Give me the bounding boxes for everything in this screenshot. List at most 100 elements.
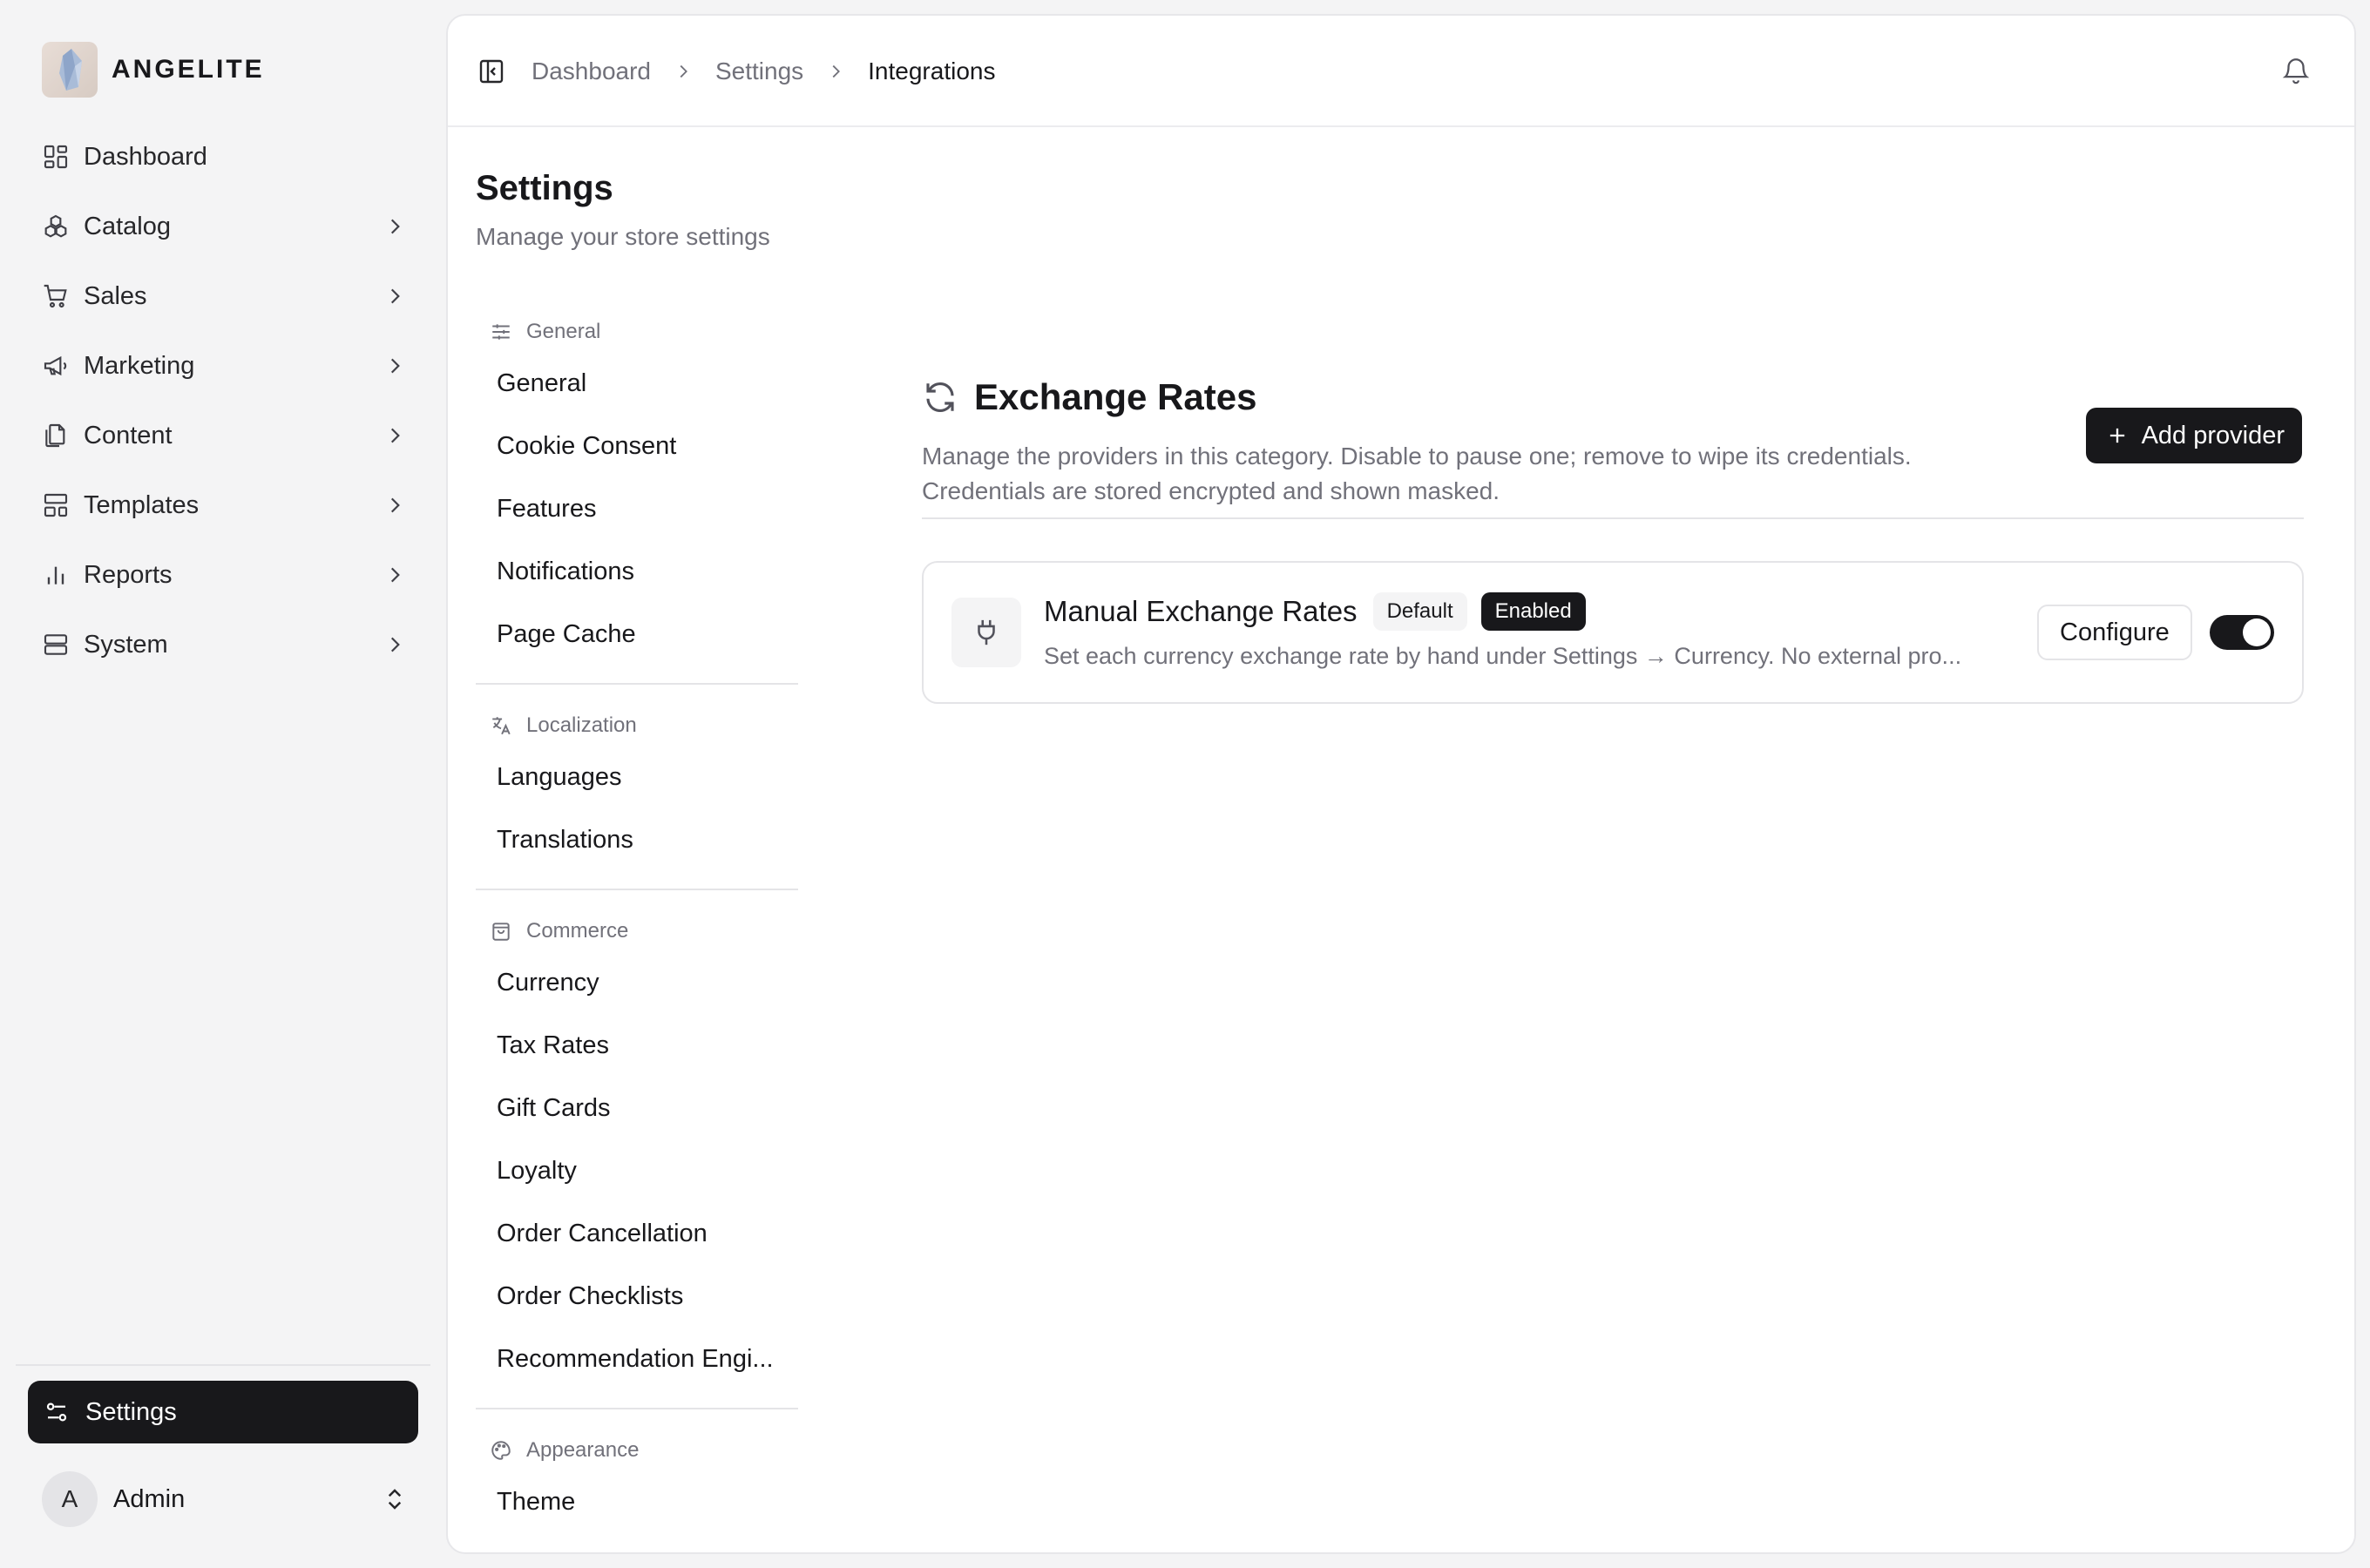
sidebar-item-content[interactable]: Content [28, 401, 420, 470]
settings-item-features[interactable]: Features [476, 477, 798, 540]
chevron-right-icon [390, 497, 400, 513]
provider-name-row: Manual Exchange Rates Default Enabled [1044, 592, 1586, 631]
provider-card: Manual Exchange Rates Default Enabled Se… [922, 561, 2304, 704]
settings-nav-divider [476, 683, 798, 685]
layout-icon [44, 493, 68, 517]
cart-icon [44, 284, 67, 308]
breadcrumb-settings[interactable]: Settings [715, 57, 803, 85]
files-icon [45, 423, 65, 448]
settings-item-order-cancellation[interactable]: Order Cancellation [476, 1202, 798, 1265]
status-badge: Enabled [1480, 592, 1586, 631]
sidebar-item-sales[interactable]: Sales [28, 261, 420, 331]
chevron-right-icon [390, 219, 400, 234]
add-provider-label: Add provider [2141, 421, 2285, 449]
plus-icon [2109, 428, 2124, 443]
section-description-line: Manage the providers in this category. D… [922, 443, 1912, 470]
plug-icon [978, 619, 995, 645]
default-badge: Default [1372, 592, 1467, 631]
sidebar-item-label: Templates [84, 490, 200, 519]
sidebar-item-label: Catalog [84, 212, 171, 240]
breadcrumb-integrations: Integrations [868, 57, 996, 84]
settings-item-languages[interactable]: Languages [476, 746, 798, 808]
toggle-knob [2243, 618, 2271, 646]
settings-item-tax-rates[interactable]: Tax Rates [476, 1014, 798, 1077]
sidebar-item-marketing[interactable]: Marketing [28, 331, 420, 401]
sidebar-item-reports[interactable]: Reports [28, 540, 420, 610]
dashboard-icon [44, 145, 68, 169]
settings-item-theme[interactable]: Theme [476, 1470, 798, 1533]
provider-enabled-toggle[interactable] [2210, 615, 2274, 650]
settings-group-localization: Localization [476, 706, 798, 746]
refresh-icon [926, 382, 954, 412]
sidebar-item-label: Sales [84, 281, 147, 310]
sidebar-item-system[interactable]: System [28, 610, 420, 679]
settings-item-page-cache[interactable]: Page Cache [476, 603, 798, 666]
settings-item-general[interactable]: General [476, 352, 798, 415]
catalog-icon [44, 214, 67, 238]
crystal-logo [42, 42, 98, 98]
main-panel: Dashboard Settings Integrations Settings… [446, 14, 2356, 1554]
server-icon [44, 634, 68, 655]
shopping-bag-icon [492, 923, 510, 941]
sidebar: ANGELITE Dashboard Catalog Sales Marketi… [0, 0, 446, 1568]
settings-item-order-checklists[interactable]: Order Checklists [476, 1265, 798, 1328]
settings-item-translations[interactable]: Translations [476, 808, 798, 871]
sliders-horizontal-icon [492, 324, 510, 340]
brand[interactable]: ANGELITE [42, 42, 265, 98]
sidebar-item-templates[interactable]: Templates [28, 470, 420, 540]
sidebar-item-catalog[interactable]: Catalog [28, 192, 420, 261]
user-name: Admin [113, 1484, 186, 1513]
settings-group-heading: General [526, 320, 601, 343]
settings-item-gift-cards[interactable]: Gift Cards [476, 1077, 798, 1139]
settings-group-appearance: Appearance [476, 1430, 798, 1470]
page-title: Settings [476, 169, 613, 207]
bar-chart-icon [47, 566, 64, 585]
section-description-line: Credentials are stored encrypted and sho… [922, 477, 1500, 504]
page-subtitle: Manage your store settings [476, 223, 770, 250]
section-header: Exchange Rates [922, 376, 1256, 418]
section-title: Exchange Rates [974, 376, 1257, 417]
section-divider [922, 517, 2304, 519]
settings-item-recommendation-engine[interactable]: Recommendation Engi... [476, 1328, 798, 1390]
sidebar-item-label: Reports [84, 560, 173, 589]
sidebar-item-dashboard[interactable]: Dashboard [28, 122, 420, 192]
main-nav: Dashboard Catalog Sales Marketing Conten… [28, 122, 420, 679]
topbar: Dashboard Settings Integrations [448, 16, 2354, 127]
settings-item-currency[interactable]: Currency [476, 951, 798, 1014]
chevron-right-icon [680, 64, 687, 78]
provider-name: Manual Exchange Rates [1044, 595, 1358, 627]
sidebar-item-label: System [84, 630, 168, 659]
sliders-icon [46, 1402, 67, 1422]
settings-item-loyalty[interactable]: Loyalty [476, 1139, 798, 1202]
settings-nav-divider [476, 889, 798, 890]
sidebar-item-label: Settings [85, 1397, 177, 1426]
settings-group-general: General [476, 312, 798, 352]
palette-icon [491, 1441, 511, 1460]
chevron-right-icon [390, 288, 400, 304]
chevrons-up-down-icon [388, 1489, 402, 1510]
settings-group-commerce: Commerce [476, 911, 798, 951]
translate-icon [492, 717, 511, 735]
configure-button[interactable]: Configure [2037, 605, 2192, 660]
add-provider-button[interactable]: Add provider [2085, 408, 2302, 463]
settings-nav: General General Cookie Consent Features … [476, 312, 798, 1533]
breadcrumb-dashboard[interactable]: Dashboard [532, 57, 651, 85]
user-menu[interactable]: A Admin [42, 1471, 408, 1527]
chevron-right-icon [390, 567, 400, 583]
sidebar-divider [16, 1364, 430, 1366]
settings-group-heading: Commerce [526, 919, 629, 943]
panel-left-icon[interactable] [477, 57, 505, 85]
chevron-right-icon [390, 637, 400, 652]
provider-description: Set each currency exchange rate by hand … [1044, 643, 1962, 669]
settings-item-notifications[interactable]: Notifications [476, 540, 798, 603]
chevron-right-icon [390, 358, 400, 374]
sidebar-item-settings[interactable]: Settings [28, 1381, 418, 1443]
bell-icon[interactable] [2281, 56, 2311, 85]
sidebar-item-label: Content [84, 421, 173, 449]
settings-group-heading: Localization [526, 713, 637, 737]
settings-item-cookie-consent[interactable]: Cookie Consent [476, 415, 798, 477]
brand-name: ANGELITE [112, 55, 265, 84]
chevron-right-icon [832, 64, 841, 78]
chevron-right-icon [390, 428, 400, 443]
settings-group-heading: Appearance [526, 1438, 640, 1462]
